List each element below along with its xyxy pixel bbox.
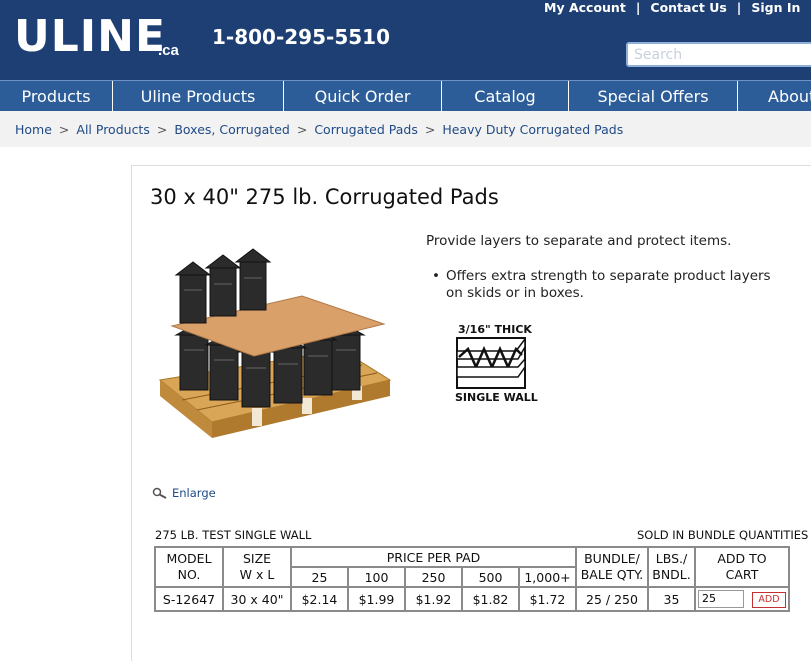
price-header: PRICE PER PAD	[290, 546, 577, 568]
model-header-line: MODEL	[166, 551, 212, 566]
model-header: MODEL NO.	[154, 546, 224, 588]
tier-header: 100	[347, 566, 406, 588]
product-image[interactable]	[152, 240, 397, 465]
bundle-header-line: BUNDLE/	[584, 551, 640, 566]
breadcrumb-separator: >	[58, 122, 70, 137]
my-account-link[interactable]: My Account	[534, 0, 636, 15]
tier-header: 1,000+	[518, 566, 577, 588]
page-title: 30 x 40" 275 lb. Corrugated Pads	[150, 185, 499, 209]
model-cell: S-12647	[154, 586, 224, 612]
enlarge-label: Enlarge	[172, 486, 216, 500]
table-row: S-12647 30 x 40" $2.14 $1.99 $1.92 $1.82…	[154, 586, 790, 612]
cart-header: ADD TO CART	[694, 546, 790, 588]
cart-header-line: ADD TO	[717, 551, 767, 566]
nav-about[interactable]: About	[738, 81, 811, 112]
bundle-header-line: BALE QTY.	[580, 567, 644, 582]
size-header: SIZE W x L	[222, 546, 292, 588]
main-nav: Products Uline Products Quick Order Cata…	[0, 80, 811, 112]
site-header: ULINE .ca 1-800-295-5510 My Account | Co…	[0, 0, 811, 80]
price-cell: $1.82	[461, 586, 520, 612]
feature-bullet: Offers extra strength to separate produc…	[432, 268, 777, 302]
cart-cell: ADD	[694, 586, 790, 612]
tier-header: 25	[290, 566, 349, 588]
add-to-cart-button[interactable]: ADD	[751, 592, 786, 609]
size-cell: 30 x 40"	[222, 586, 292, 612]
cart-header-line: CART	[725, 567, 759, 582]
phone-number: 1-800-295-5510	[212, 25, 390, 49]
breadcrumb-pads[interactable]: Corrugated Pads	[314, 122, 418, 137]
breadcrumb-separator: >	[424, 122, 436, 137]
nav-quick-order[interactable]: Quick Order	[284, 81, 442, 112]
wall-label: SINGLE WALL	[455, 391, 538, 404]
lbs-header: LBS./BNDL.	[647, 546, 696, 588]
product-description: Provide layers to separate and protect i…	[426, 233, 732, 249]
nav-products[interactable]: Products	[0, 81, 113, 112]
nav-uline-products[interactable]: Uline Products	[113, 81, 284, 112]
price-cell: $1.72	[518, 586, 577, 612]
logo-suffix: .ca	[158, 42, 179, 59]
lbs-header-line: BNDL.	[652, 567, 691, 582]
quantity-input[interactable]	[698, 589, 744, 608]
nav-special-offers[interactable]: Special Offers	[569, 81, 738, 112]
contact-us-link[interactable]: Contact Us	[640, 0, 736, 15]
size-header-line: SIZE	[242, 551, 272, 566]
tier-header: 500	[461, 566, 520, 588]
price-cell: $1.92	[404, 586, 463, 612]
price-cell: $1.99	[347, 586, 406, 612]
size-header-line: W x L	[239, 567, 275, 582]
breadcrumb-separator: >	[296, 122, 308, 137]
lbs-cell: 35	[647, 586, 696, 612]
thickness-label: 3/16" THICK	[458, 323, 532, 336]
price-cell: $2.14	[290, 586, 349, 612]
breadcrumb-home[interactable]: Home	[15, 122, 52, 137]
table-title: 275 LB. TEST SINGLE WALL	[155, 528, 312, 542]
breadcrumb-heavy-duty[interactable]: Heavy Duty Corrugated Pads	[442, 122, 623, 137]
sign-in-link[interactable]: Sign In	[741, 0, 810, 15]
breadcrumb-all-products[interactable]: All Products	[76, 122, 149, 137]
lbs-header-line: LBS./	[655, 551, 688, 566]
bundle-note: SOLD IN BUNDLE QUANTITIES	[637, 528, 809, 542]
uline-logo[interactable]: ULINE	[14, 12, 166, 62]
single-wall-icon	[456, 337, 526, 389]
breadcrumb-boxes[interactable]: Boxes, Corrugated	[174, 122, 289, 137]
top-links: My Account | Contact Us | Sign In |	[534, 0, 811, 15]
nav-catalog[interactable]: Catalog	[442, 81, 569, 112]
breadcrumb: Home > All Products > Boxes, Corrugated > Corr…	[0, 111, 811, 147]
bundle-cell: 25 / 250	[575, 586, 649, 612]
magnifier-icon	[152, 487, 167, 499]
pricing-table: MODEL NO. SIZE W x L PRICE PER PAD BUNDLE/…	[154, 546, 790, 612]
tier-header: 250	[404, 566, 463, 588]
enlarge-link[interactable]: Enlarge	[152, 486, 216, 500]
bundle-header: BUNDLE/BALE QTY.	[575, 546, 649, 588]
model-header-line: NO.	[177, 567, 201, 582]
search-input[interactable]: Search	[626, 42, 811, 67]
breadcrumb-separator: >	[156, 122, 168, 137]
